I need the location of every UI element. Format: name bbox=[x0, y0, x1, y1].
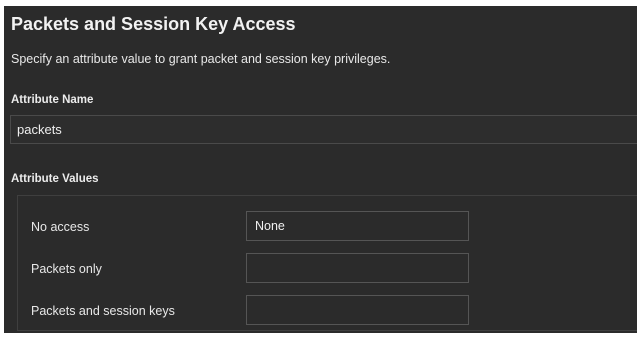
attribute-name-input[interactable] bbox=[10, 115, 637, 144]
attribute-values-box: No access Packets only Packets and sessi… bbox=[17, 195, 637, 331]
attribute-name-label: Attribute Name bbox=[11, 94, 94, 106]
section-title: Packets and Session Key Access bbox=[11, 14, 296, 34]
no-access-input[interactable] bbox=[246, 211, 469, 241]
packets-only-input[interactable] bbox=[246, 253, 469, 283]
packets-and-session-keys-label: Packets and session keys bbox=[31, 304, 175, 318]
packets-and-session-keys-input[interactable] bbox=[246, 295, 469, 325]
no-access-label: No access bbox=[31, 220, 90, 234]
section-description: Specify an attribute value to grant pack… bbox=[11, 52, 391, 66]
attribute-values-label: Attribute Values bbox=[11, 173, 99, 185]
packets-session-key-access-panel: Packets and Session Key Access Specify a… bbox=[4, 6, 637, 333]
packets-only-label: Packets only bbox=[31, 262, 102, 276]
